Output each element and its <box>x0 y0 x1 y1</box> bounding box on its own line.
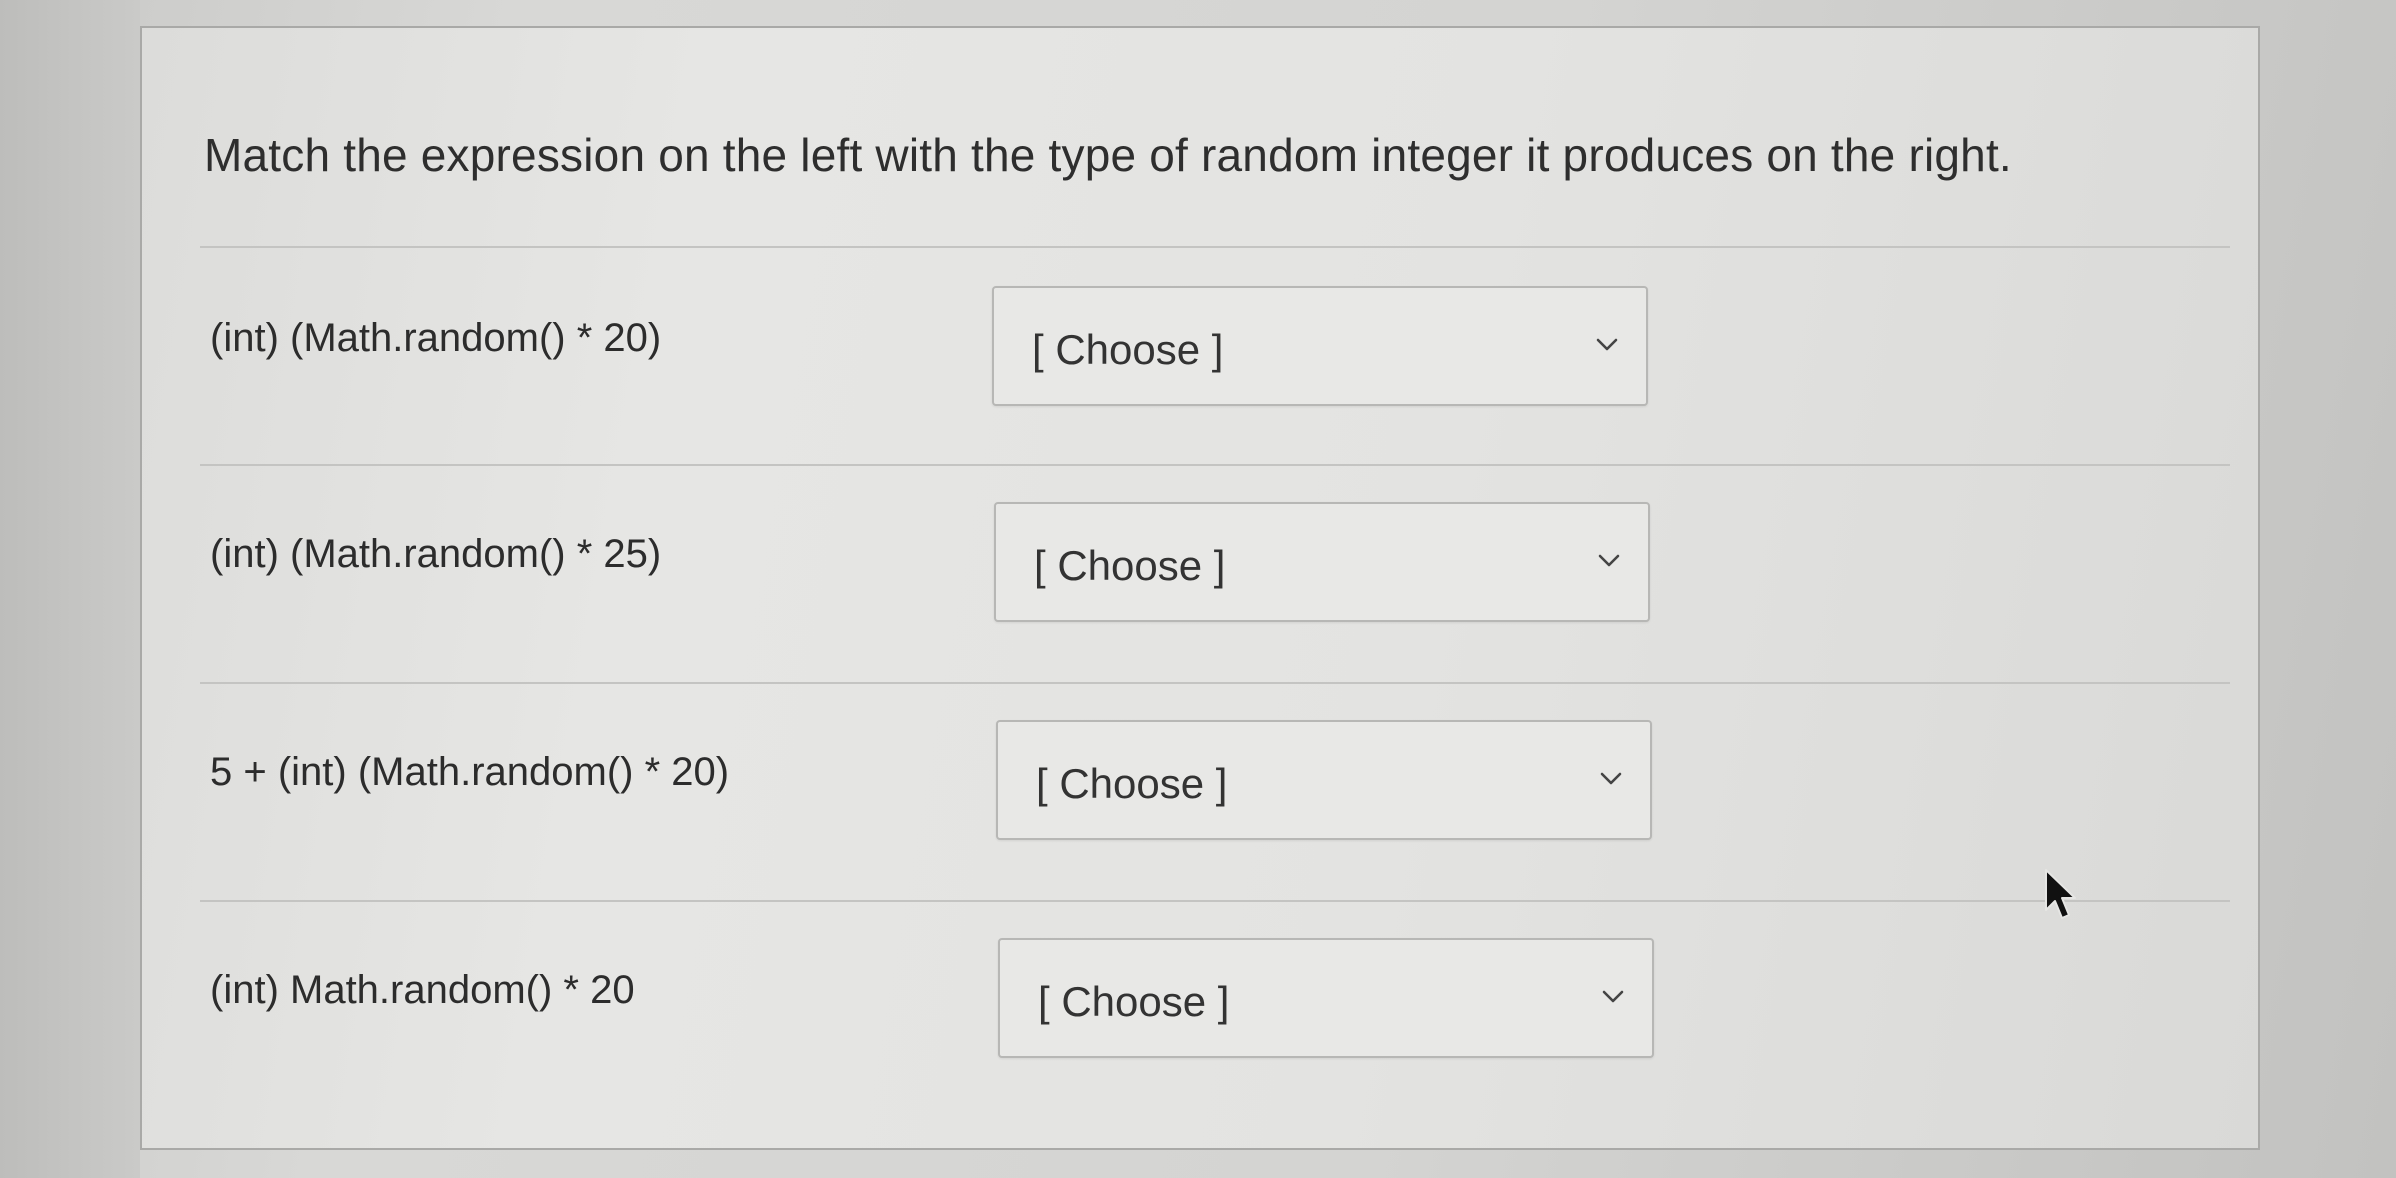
divider <box>200 682 2230 684</box>
dropdown-value: [ Choose ] <box>1034 542 1226 589</box>
chevron-down-icon <box>1596 338 1618 351</box>
answer-dropdown-4[interactable]: [ Choose ] <box>998 938 1654 1058</box>
answer-dropdown-1[interactable]: [ Choose ] <box>992 286 1648 406</box>
divider <box>200 900 2230 902</box>
divider <box>200 246 2230 248</box>
match-row-3: 5 + (int) (Math.random() * 20) [ Choose … <box>142 720 2242 850</box>
question-text: Match the expression on the left with th… <box>204 129 2012 181</box>
divider <box>200 464 2230 466</box>
dropdown-value: [ Choose ] <box>1036 760 1228 807</box>
chevron-down-icon <box>1602 990 1624 1003</box>
chevron-down-icon <box>1600 772 1622 785</box>
dropdown-value: [ Choose ] <box>1032 326 1224 373</box>
mouse-cursor-icon <box>2045 869 2076 919</box>
chevron-down-icon <box>1598 554 1620 567</box>
match-row-2: (int) (Math.random() * 25) [ Choose ] <box>142 502 2242 632</box>
screen-margin <box>0 0 140 1178</box>
expression-label: (int) (Math.random() * 25) <box>210 532 662 576</box>
question-card: Match the expression on the left with th… <box>140 26 2260 1150</box>
answer-dropdown-3[interactable]: [ Choose ] <box>996 720 1652 840</box>
expression-label: (int) (Math.random() * 20) <box>210 316 662 360</box>
answer-dropdown-2[interactable]: [ Choose ] <box>994 502 1650 622</box>
expression-label: (int) Math.random() * 20 <box>210 968 635 1012</box>
match-row-1: (int) (Math.random() * 20) [ Choose ] <box>142 286 2242 416</box>
dropdown-value: [ Choose ] <box>1038 978 1230 1025</box>
match-row-4: (int) Math.random() * 20 [ Choose ] <box>142 938 2242 1068</box>
expression-label: 5 + (int) (Math.random() * 20) <box>210 750 730 794</box>
